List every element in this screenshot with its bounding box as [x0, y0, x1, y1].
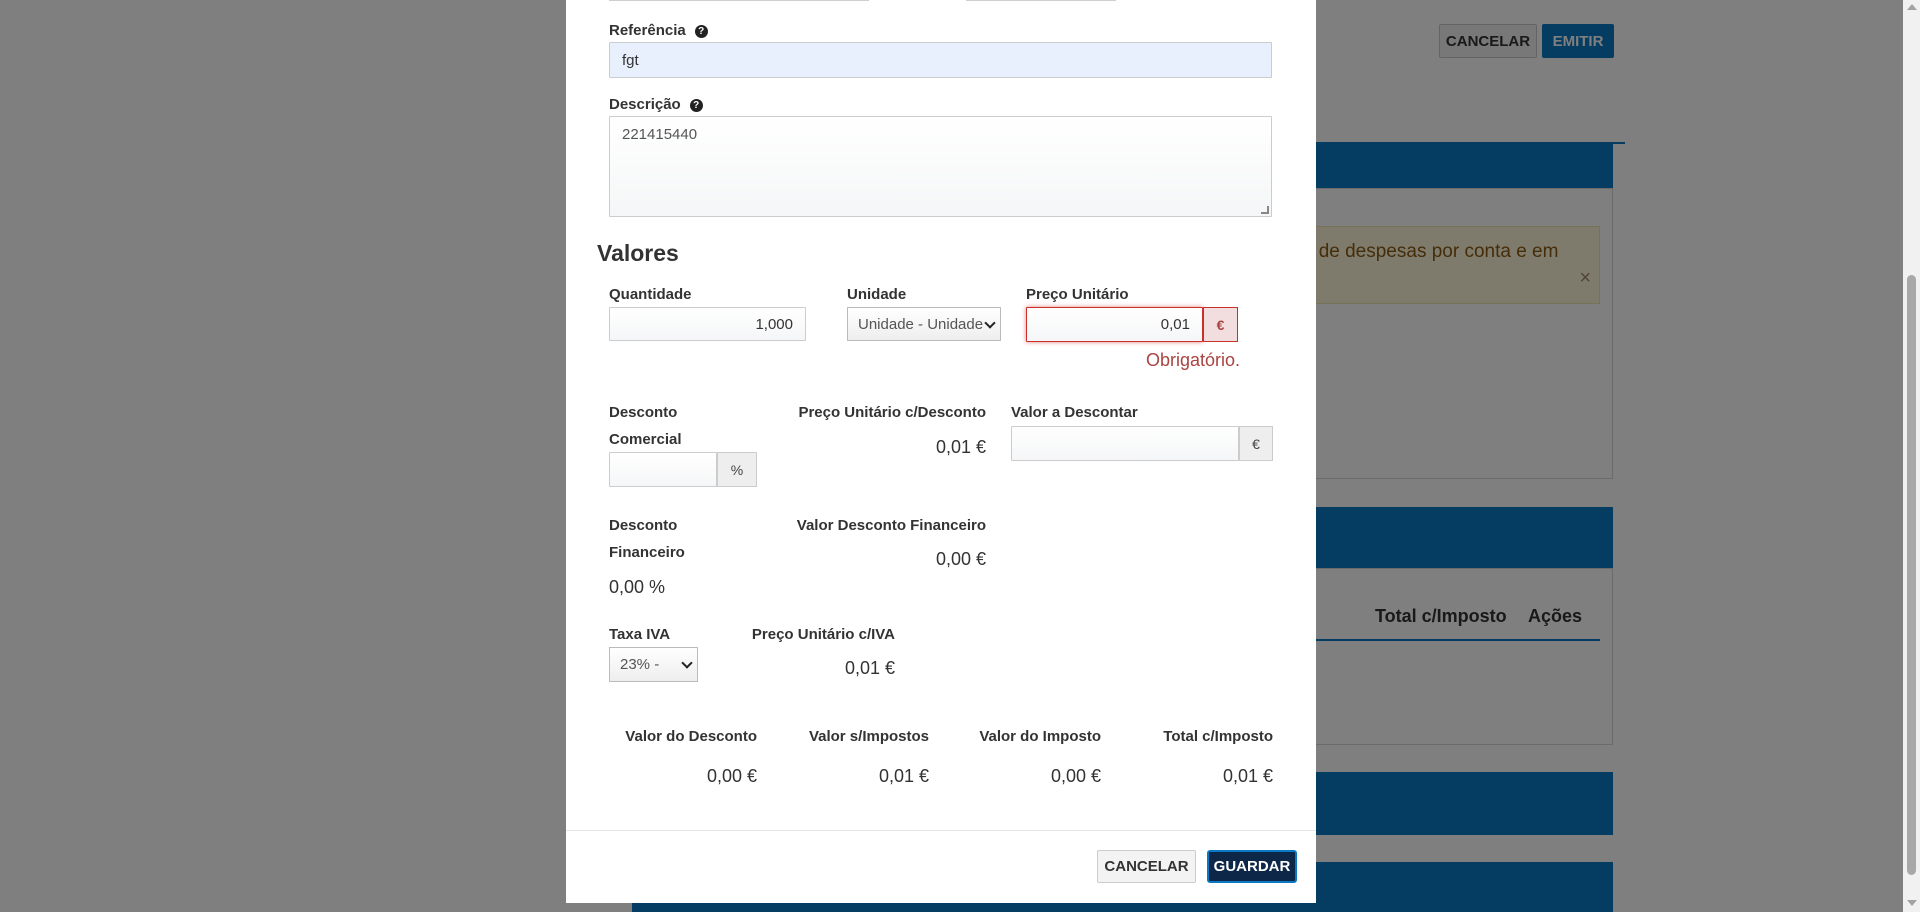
price-with-discount-label: Preço Unitário c/Desconto: [798, 404, 986, 421]
scrollbar-thumb[interactable]: [1907, 275, 1916, 875]
commercial-discount-label-line2: Comercial: [609, 431, 682, 448]
unit-price-input[interactable]: 0,01: [1026, 307, 1203, 342]
scroll-up-arrow-icon[interactable]: [1907, 4, 1917, 10]
description-text: 221415440: [622, 126, 698, 143]
financial-discount-amount-value: 0,00 €: [935, 549, 986, 569]
summary-total-label: Total c/Imposto: [1163, 728, 1273, 745]
chevron-down-icon: [984, 317, 996, 329]
help-icon[interactable]: ?: [694, 25, 708, 38]
amount-to-discount-input[interactable]: [1011, 426, 1239, 461]
summary-net-value: 0,01 €: [878, 766, 929, 786]
required-error-message: Obrigatório.: [1146, 350, 1241, 370]
scroll-down-arrow-icon[interactable]: [1907, 900, 1917, 906]
resize-grip-icon[interactable]: [1261, 206, 1269, 214]
euro-addon: €: [1203, 307, 1238, 342]
unit-select-value: Unidade - Unidade: [858, 316, 984, 333]
cancel-button[interactable]: CANCELAR: [1097, 850, 1196, 883]
modal-footer-divider: [566, 830, 1316, 831]
price-with-vat-label: Preço Unitário c/IVA: [751, 626, 895, 643]
financial-discount-value: 0,00 %: [609, 577, 666, 597]
unit-select[interactable]: Unidade - Unidade: [847, 307, 1001, 341]
description-label: Descrição?: [609, 91, 703, 118]
summary-net-label: Valor s/Impostos: [808, 728, 929, 745]
financial-discount-amount-label: Valor Desconto Financeiro: [796, 517, 986, 534]
price-with-discount-value: 0,01 €: [935, 437, 986, 457]
clipped-field-edge: [609, 0, 869, 1]
quantity-label: Quantidade: [609, 286, 692, 303]
price-with-vat-value: 0,01 €: [844, 658, 895, 678]
summary-tax-label: Valor do Imposto: [979, 728, 1101, 745]
financial-discount-label: Desconto: [609, 517, 678, 534]
chevron-down-icon: [681, 657, 693, 669]
unit-label: Unidade: [847, 286, 907, 303]
financial-discount-label-line2: Financeiro: [609, 544, 685, 561]
summary-total-value: 0,01 €: [1222, 766, 1273, 786]
summary-discount-label: Valor do Desconto: [625, 728, 757, 745]
line-item-modal: Referência? fgt Descrição? 221415440 Val…: [566, 0, 1316, 903]
help-icon[interactable]: ?: [689, 99, 703, 112]
save-button[interactable]: GUARDAR: [1207, 850, 1297, 883]
commercial-discount-input[interactable]: [609, 452, 717, 487]
quantity-input[interactable]: 1,000: [609, 307, 806, 341]
summary-tax-value: 0,00 €: [1050, 766, 1101, 786]
commercial-discount-label: Desconto: [609, 404, 678, 421]
vat-rate-select-value: 23% -: [620, 656, 660, 673]
euro-addon: €: [1239, 426, 1273, 461]
amount-to-discount-label: Valor a Descontar: [1011, 404, 1138, 421]
vat-rate-label: Taxa IVA: [609, 626, 671, 643]
reference-input[interactable]: fgt: [609, 42, 1272, 78]
unit-price-label: Preço Unitário: [1026, 286, 1129, 303]
vat-rate-select[interactable]: 23% -: [609, 647, 698, 682]
section-title: Valores: [597, 240, 679, 266]
percent-addon: %: [717, 452, 757, 487]
description-textarea[interactable]: 221415440: [609, 116, 1272, 217]
page-scrollbar[interactable]: [1903, 0, 1920, 912]
summary-discount-value: 0,00 €: [706, 766, 757, 786]
clipped-field-edge: [966, 0, 1116, 1]
reference-label: Referência?: [609, 17, 708, 44]
